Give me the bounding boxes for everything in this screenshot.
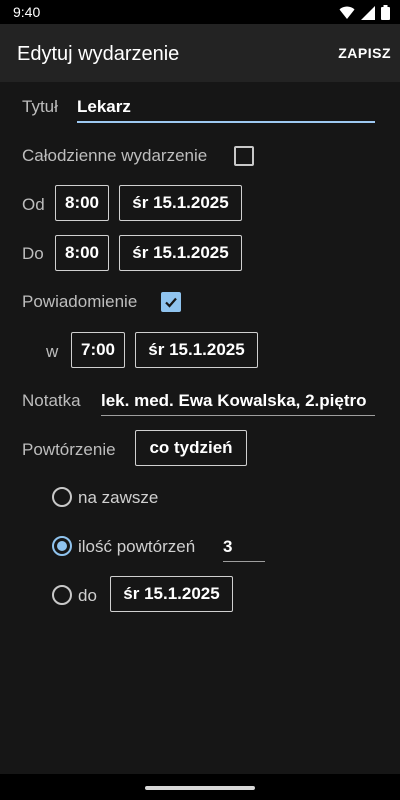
from-time-value: 8:00 (64, 193, 100, 212)
save-button[interactable]: ZAPISZ (338, 45, 391, 61)
notify-label: Powiadomienie (22, 292, 138, 311)
status-icons (339, 5, 390, 20)
title-label: Tytuł (22, 97, 58, 116)
notify-date-button[interactable]: śr 15.1.2025 (135, 332, 258, 368)
notify-time-button[interactable]: 7:00 (71, 332, 125, 368)
note-input-value: lek. med. Ewa Kowalska, 2.piętro (101, 391, 367, 410)
to-label: Do (22, 244, 44, 263)
from-time-button[interactable]: 8:00 (55, 185, 109, 221)
notify-checkbox[interactable] (161, 292, 181, 312)
repeat-select[interactable]: co tydzień (135, 430, 247, 466)
from-label: Od (22, 195, 45, 214)
battery-icon (381, 5, 390, 20)
page-title: Edytuj wydarzenie (17, 43, 180, 65)
repeat-select-value: co tydzień (149, 438, 233, 457)
to-date-button[interactable]: śr 15.1.2025 (119, 235, 242, 271)
app-bar: Edytuj wydarzenie ZAPISZ (0, 24, 400, 82)
allday-label: Całodzienne wydarzenie (22, 146, 208, 165)
title-input[interactable]: Lekarz (77, 97, 375, 123)
from-date-button[interactable]: śr 15.1.2025 (119, 185, 242, 221)
checkmark-icon (165, 297, 177, 308)
until-label: do (78, 586, 97, 605)
forever-label: na zawsze (78, 488, 159, 507)
to-time-value: 8:00 (64, 243, 100, 262)
radio-until[interactable] (52, 585, 72, 605)
allday-checkbox[interactable] (234, 146, 254, 166)
until-date-value: śr 15.1.2025 (123, 584, 220, 603)
status-time: 9:40 (13, 4, 41, 20)
until-date-button[interactable]: śr 15.1.2025 (110, 576, 233, 612)
note-input[interactable]: lek. med. Ewa Kowalska, 2.piętro (101, 391, 375, 416)
radio-count[interactable] (52, 536, 72, 556)
radio-forever[interactable] (52, 487, 72, 507)
to-date-value: śr 15.1.2025 (132, 243, 229, 262)
count-input[interactable]: 3 (223, 537, 265, 562)
status-bar: 9:40 (0, 0, 400, 24)
signal-icon (361, 5, 375, 20)
count-label: ilość powtórzeń (78, 537, 196, 556)
navigation-bar (0, 774, 400, 800)
repeat-label: Powtórzenie (22, 440, 116, 459)
from-date-value: śr 15.1.2025 (132, 193, 229, 212)
notify-date-value: śr 15.1.2025 (148, 340, 245, 359)
notify-time-value: 7:00 (80, 340, 116, 359)
to-time-button[interactable]: 8:00 (55, 235, 109, 271)
home-handle[interactable] (145, 786, 255, 790)
note-label: Notatka (22, 391, 81, 410)
title-input-value: Lekarz (77, 97, 131, 116)
notify-at-label: w (46, 342, 59, 361)
count-input-value: 3 (223, 537, 233, 556)
wifi-icon (339, 6, 355, 19)
